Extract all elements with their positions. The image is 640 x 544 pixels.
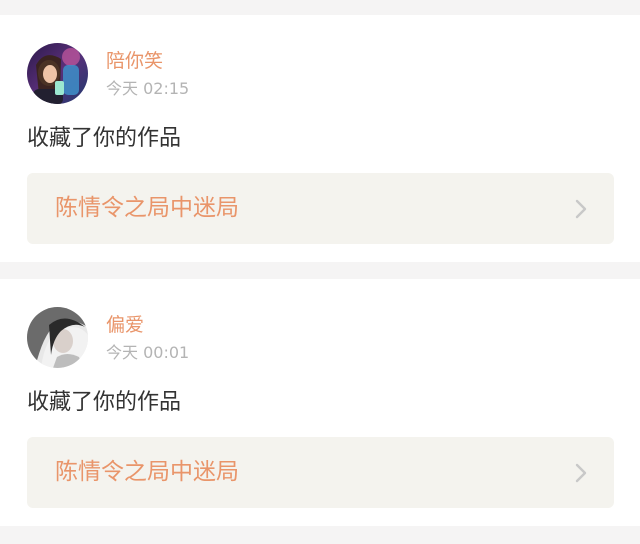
- work-title: 陈情令之局中迷局: [55, 459, 239, 485]
- action-text: 收藏了你的作品: [27, 126, 182, 151]
- action-text: 收藏了你的作品: [27, 390, 182, 415]
- avatar-photo-icon[interactable]: [27, 307, 88, 368]
- username[interactable]: 陪你笑: [106, 50, 163, 72]
- timestamp: 今天 00:01: [106, 343, 190, 362]
- avatar-photo-icon[interactable]: [27, 43, 88, 104]
- work-title: 陈情令之局中迷局: [55, 195, 239, 221]
- notification-card: 陪你笑 今天 02:15 收藏了你的作品 陈情令之局中迷局: [0, 15, 640, 262]
- chevron-right-icon: [575, 199, 587, 219]
- username[interactable]: 偏爱: [106, 314, 144, 336]
- avatar-image: [27, 43, 88, 104]
- timestamp: 今天 02:15: [106, 79, 190, 98]
- avatar-image: [27, 307, 88, 368]
- work-link-card[interactable]: 陈情令之局中迷局: [27, 173, 614, 244]
- chevron-right-icon: [575, 463, 587, 483]
- work-link-card[interactable]: 陈情令之局中迷局: [27, 437, 614, 508]
- notification-card: 偏爱 今天 00:01 收藏了你的作品 陈情令之局中迷局: [0, 279, 640, 526]
- notification-feed: 陪你笑 今天 02:15 收藏了你的作品 陈情令之局中迷局 偏爱 今天 00:0…: [0, 0, 640, 544]
